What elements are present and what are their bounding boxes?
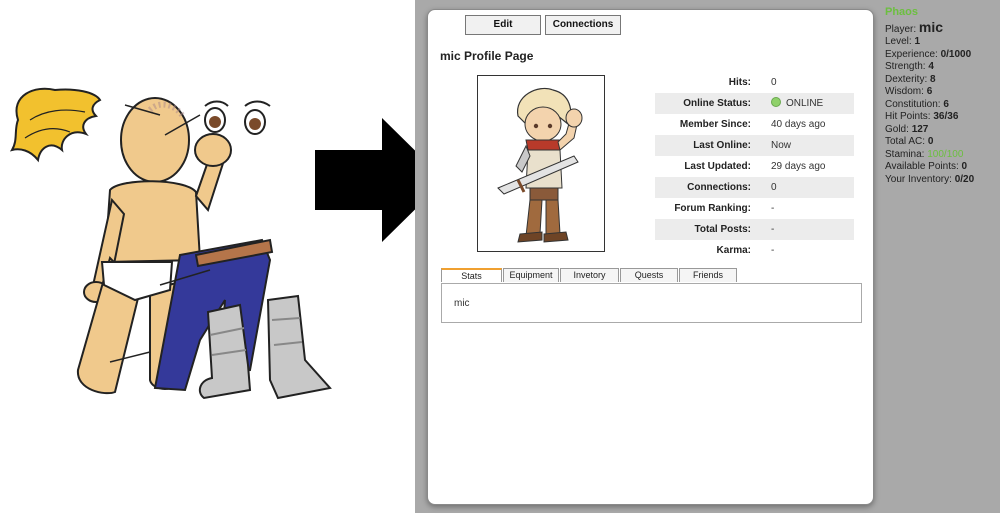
- info-value: 29 days ago: [771, 161, 826, 172]
- info-label: Hits:: [728, 77, 751, 88]
- player-line: Player: mic: [885, 18, 997, 37]
- tab-invetory[interactable]: Invetory: [560, 268, 619, 282]
- stat-available-points: Available Points: 0: [885, 161, 997, 174]
- player-name: mic: [918, 18, 944, 35]
- stat-value: 0: [961, 161, 968, 172]
- tab-stats[interactable]: Stats: [441, 268, 502, 282]
- online-status-icon: [771, 97, 781, 108]
- stat-constitution: Constitution: 6: [885, 99, 997, 112]
- stat-strength: Strength: 4: [885, 61, 997, 74]
- paper-doll-illustration: [0, 0, 445, 513]
- boots-piece: [198, 294, 332, 400]
- info-row-connections: Connections: 0: [655, 177, 854, 198]
- stat-wisdom: Wisdom: 6: [885, 86, 997, 99]
- stat-stamina: Stamina: 100/100: [885, 149, 997, 162]
- info-value: Now: [771, 135, 854, 156]
- info-row-forum-ranking: Forum Ranking: -: [655, 198, 854, 219]
- stat-label: Level:: [885, 36, 912, 47]
- info-label: Last Updated:: [684, 161, 751, 172]
- info-label: Forum Ranking:: [674, 203, 751, 214]
- stat-gold: Gold: 127: [885, 124, 997, 137]
- info-label: Karma:: [716, 245, 751, 256]
- info-value: ONLINE: [771, 93, 854, 114]
- page-title: mic Profile Page: [440, 49, 534, 63]
- info-value: 0: [771, 177, 854, 198]
- profile-panel: Edit Connections mic Profile Page Hits: …: [427, 9, 874, 505]
- game-title: Phaos: [885, 6, 919, 18]
- info-label: Total Posts:: [655, 219, 771, 240]
- stat-label: Stamina:: [885, 148, 925, 160]
- info-value: -: [771, 245, 775, 256]
- online-status-text: ONLINE: [786, 98, 824, 109]
- stat-value: 127: [911, 123, 929, 135]
- hair-piece: [9, 87, 102, 163]
- stat-label: Gold:: [885, 123, 909, 135]
- stat-value: 4: [928, 61, 934, 72]
- eyes-piece: [204, 100, 271, 135]
- stat-label: Dexterity:: [885, 73, 928, 85]
- stat-label: Available Points:: [885, 161, 959, 172]
- stat-label: Your Inventory:: [885, 173, 952, 185]
- player-label: Player:: [885, 23, 917, 35]
- tab-content: mic: [441, 283, 862, 323]
- info-row-last-updated: Last Updated: 29 days ago: [655, 156, 854, 177]
- info-label: Online Status:: [655, 93, 771, 114]
- stat-value: 1: [914, 36, 921, 47]
- stat-dexterity: Dexterity: 8: [885, 74, 997, 87]
- stat-label: Experience:: [885, 48, 938, 60]
- stat-value: 0/20: [954, 173, 975, 185]
- connections-button[interactable]: Connections: [545, 15, 621, 35]
- stat-experience: Experience: 0/1000: [885, 49, 997, 62]
- stat-value: 6: [943, 98, 949, 110]
- info-row-last-online: Last Online: Now: [655, 135, 854, 156]
- stat-label: Hit Points:: [885, 111, 931, 122]
- edit-button[interactable]: Edit: [465, 15, 541, 35]
- stat-label: Constitution:: [885, 98, 941, 110]
- info-value: -: [771, 203, 775, 214]
- info-value: -: [771, 219, 854, 240]
- tab-quests[interactable]: Quests: [620, 268, 678, 282]
- tab-equipment[interactable]: Equipment: [503, 268, 559, 282]
- stat-label: Total AC:: [885, 136, 926, 147]
- stat-total-ac: Total AC: 0: [885, 136, 997, 149]
- body-figure: [76, 97, 232, 395]
- info-label: Member Since:: [679, 119, 751, 130]
- info-row-total-posts: Total Posts: -: [655, 219, 854, 240]
- info-label: Connections:: [655, 177, 771, 198]
- info-label: Last Online:: [655, 135, 771, 156]
- stat-value: 0: [927, 136, 934, 147]
- stat-hit-points: Hit Points: 36/36: [885, 111, 997, 124]
- tab-content-text: mic: [454, 298, 470, 309]
- profile-info-table: Hits: 0 Online Status: ONLINE Member Sin…: [655, 72, 854, 261]
- stat-label: Wisdom:: [885, 86, 924, 97]
- stat-level: Level: 1: [885, 36, 997, 49]
- stat-inventory[interactable]: Your Inventory: 0/20: [885, 174, 997, 187]
- character-stats-sidebar: Phaos Player: mic Level: 1 Experience: 0…: [885, 6, 997, 186]
- info-value: 0: [771, 77, 777, 88]
- stat-value: 6: [926, 86, 933, 97]
- stat-value: 0/1000: [940, 48, 972, 60]
- info-row-member-since: Member Since: 40 days ago: [655, 114, 854, 135]
- info-row-karma: Karma: -: [655, 240, 854, 261]
- stat-value: 8: [930, 73, 936, 85]
- stat-value: 36/36: [933, 111, 959, 122]
- info-row-online-status: Online Status: ONLINE: [655, 93, 854, 114]
- arrow-icon: [315, 118, 445, 242]
- info-row-hits: Hits: 0: [655, 72, 854, 93]
- info-value: 40 days ago: [771, 119, 826, 130]
- stat-value: 100/100: [927, 148, 964, 160]
- tab-friends[interactable]: Friends: [679, 268, 737, 282]
- avatar: [477, 75, 605, 252]
- stat-label: Strength:: [885, 61, 926, 72]
